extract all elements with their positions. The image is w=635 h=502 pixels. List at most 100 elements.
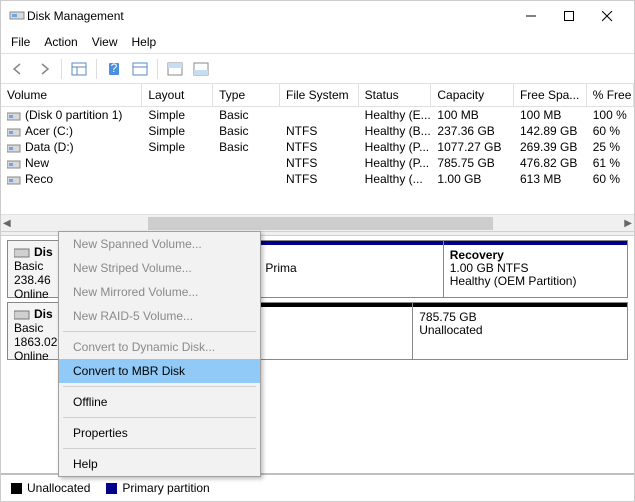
- back-button[interactable]: [7, 58, 29, 80]
- volume-fs: NTFS: [280, 123, 359, 139]
- show-hide-button[interactable]: [68, 58, 90, 80]
- menu-help[interactable]: Help: [132, 35, 157, 49]
- context-menu-item[interactable]: Convert to MBR Disk: [59, 359, 260, 383]
- volume-pct: 60 %: [587, 171, 634, 187]
- volume-status: Healthy (P...: [359, 139, 432, 155]
- maximize-button[interactable]: [550, 2, 588, 30]
- forward-button[interactable]: [33, 58, 55, 80]
- refresh-button[interactable]: [129, 58, 151, 80]
- view-bottom-button[interactable]: [190, 58, 212, 80]
- volume-row[interactable]: New NTFSHealthy (P...785.75 GB476.82 GB61…: [1, 155, 634, 171]
- menu-view[interactable]: View: [92, 35, 118, 49]
- disk-type: Basic: [14, 259, 43, 273]
- volume-status: Healthy (P...: [359, 155, 432, 171]
- volume-pct: 61 %: [587, 155, 634, 171]
- volume-name: Reco: [25, 172, 53, 186]
- scrollbar-thumb[interactable]: [148, 217, 494, 230]
- window-title: Disk Management: [25, 9, 512, 23]
- partition-detail: Unallocated: [419, 324, 621, 337]
- volume-layout: [142, 171, 213, 187]
- disk-label: Dis: [34, 245, 53, 259]
- disk-state: Online: [14, 349, 49, 363]
- col-type[interactable]: Type: [213, 84, 280, 106]
- volume-free: 476.82 GB: [514, 155, 587, 171]
- disk-type: Basic: [14, 321, 43, 335]
- legend: Unallocated Primary partition: [1, 473, 634, 501]
- context-menu-item[interactable]: Properties: [59, 421, 260, 445]
- menubar: File Action View Help: [1, 31, 634, 54]
- scroll-right-icon[interactable]: ▶: [624, 218, 632, 229]
- volume-layout: Simple: [142, 139, 213, 155]
- volume-free: 100 MB: [514, 107, 587, 123]
- partition-primary[interactable]: Recovery1.00 GB NTFSHealthy (OEM Partiti…: [444, 241, 627, 297]
- col-filesystem[interactable]: File System: [280, 84, 359, 106]
- context-menu-item: New Striped Volume...: [59, 256, 260, 280]
- volume-layout: Simple: [142, 107, 213, 123]
- volume-status: Healthy (...: [359, 171, 432, 187]
- partition-detail: Healthy (OEM Partition): [450, 275, 621, 288]
- volume-icon: [7, 175, 21, 185]
- volume-row[interactable]: Data (D:) SimpleBasicNTFSHealthy (P...107…: [1, 139, 634, 155]
- col-free[interactable]: Free Spa...: [514, 84, 587, 106]
- volume-icon: [7, 143, 21, 153]
- col-volume[interactable]: Volume: [1, 84, 142, 106]
- context-menu-item: Convert to Dynamic Disk...: [59, 335, 260, 359]
- volume-name: Data (D:): [25, 140, 74, 154]
- volume-capacity: 237.36 GB: [431, 123, 514, 139]
- volume-fs: NTFS: [280, 155, 359, 171]
- view-top-button[interactable]: [164, 58, 186, 80]
- volume-icon: [7, 111, 21, 121]
- help-button[interactable]: ?: [103, 58, 125, 80]
- partition-color-bar: [444, 241, 627, 245]
- partition-unallocated[interactable]: 785.75 GBUnallocated: [413, 303, 627, 359]
- menu-file[interactable]: File: [11, 35, 30, 49]
- toolbar-separator: [96, 59, 97, 79]
- volume-name: (Disk 0 partition 1): [25, 108, 122, 122]
- volume-fs: [280, 107, 359, 123]
- context-menu-item[interactable]: Offline: [59, 390, 260, 414]
- volume-fs: NTFS: [280, 139, 359, 155]
- volume-name: Acer (C:): [25, 124, 73, 138]
- context-menu-item: New Mirrored Volume...: [59, 280, 260, 304]
- toolbar-separator: [157, 59, 158, 79]
- volume-capacity: 785.75 GB: [431, 155, 514, 171]
- context-menu-separator: [63, 331, 256, 332]
- volume-free: 613 MB: [514, 171, 587, 187]
- disk-icon: [14, 309, 30, 321]
- volume-fs: NTFS: [280, 171, 359, 187]
- context-menu-separator: [63, 448, 256, 449]
- col-pct[interactable]: % Free: [587, 84, 634, 106]
- col-status[interactable]: Status: [359, 84, 432, 106]
- volume-free: 142.89 GB: [514, 123, 587, 139]
- menu-action[interactable]: Action: [44, 35, 77, 49]
- volume-capacity: 100 MB: [431, 107, 514, 123]
- volume-layout: Simple: [142, 123, 213, 139]
- volume-row[interactable]: RecoNTFSHealthy (...1.00 GB613 MB60 %: [1, 171, 634, 187]
- context-menu-item[interactable]: Help: [59, 452, 260, 476]
- volume-type: Basic: [213, 139, 280, 155]
- minimize-button[interactable]: [512, 2, 550, 30]
- context-menu-separator: [63, 417, 256, 418]
- volume-row[interactable]: Acer (C:)SimpleBasicNTFSHealthy (B...237…: [1, 123, 634, 139]
- horizontal-scrollbar[interactable]: ◀ ▶: [1, 214, 634, 231]
- toolbar-separator: [61, 59, 62, 79]
- disk-label: Dis: [34, 307, 53, 321]
- volume-status: Healthy (B...: [359, 123, 432, 139]
- volume-name: New: [25, 156, 49, 170]
- context-menu-separator: [63, 386, 256, 387]
- volume-row[interactable]: (Disk 0 partition 1)SimpleBasicHealthy (…: [1, 107, 634, 123]
- volume-type: [213, 155, 280, 171]
- partition-color-bar: [413, 303, 627, 307]
- disk-icon: [14, 247, 30, 259]
- volume-list-header: Volume Layout Type File System Status Ca…: [1, 84, 634, 107]
- close-button[interactable]: [588, 2, 626, 30]
- col-capacity[interactable]: Capacity: [431, 84, 514, 106]
- volume-layout: [142, 155, 213, 171]
- volume-icon: [7, 127, 21, 137]
- volume-capacity: 1077.27 GB: [431, 139, 514, 155]
- context-menu-item: New Spanned Volume...: [59, 232, 260, 256]
- svg-text:?: ?: [111, 62, 118, 75]
- col-layout[interactable]: Layout: [142, 84, 213, 106]
- scroll-left-icon[interactable]: ◀: [3, 218, 11, 229]
- volume-type: Basic: [213, 107, 280, 123]
